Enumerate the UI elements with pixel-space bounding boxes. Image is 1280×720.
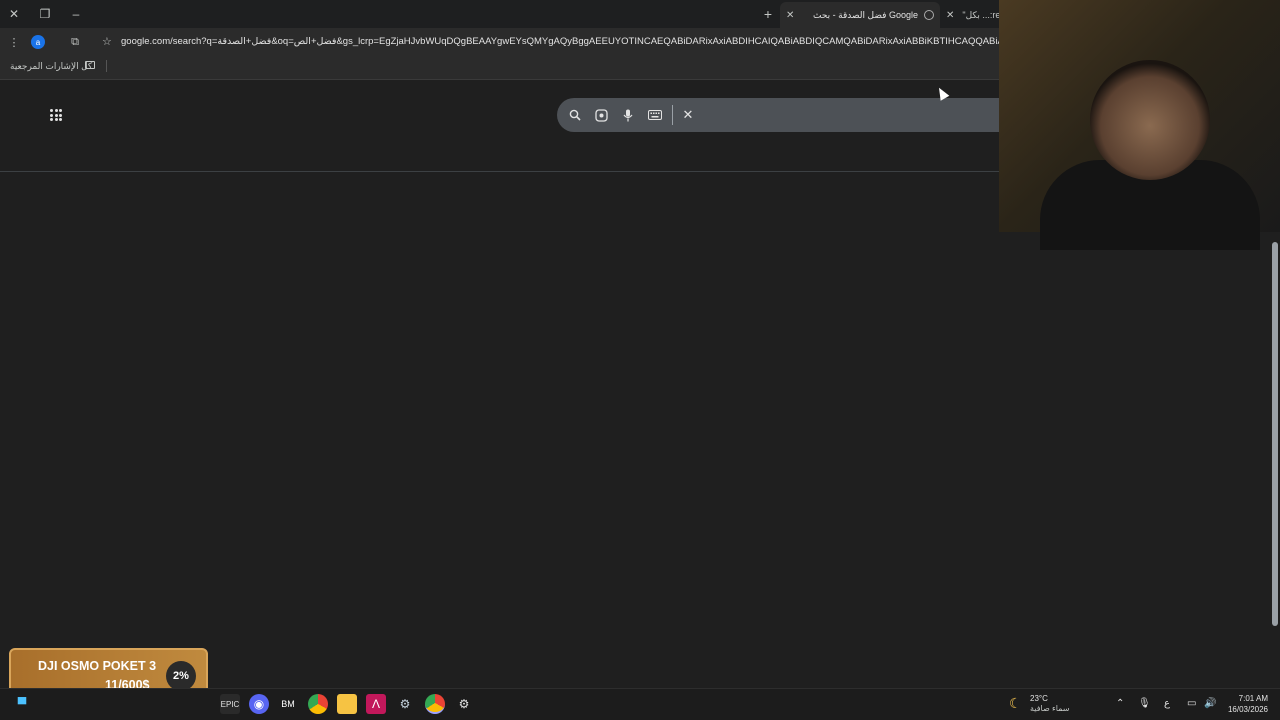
new-tab-button[interactable]: +	[760, 4, 776, 24]
language-indicator[interactable]: ع	[1164, 698, 1170, 709]
affinity-icon[interactable]: Λ	[366, 694, 386, 714]
tab-close-icon[interactable]: ✕	[786, 10, 794, 21]
epic-games-icon[interactable]: EPIC	[220, 694, 240, 714]
settings-icon[interactable]: ⚙	[454, 694, 474, 714]
scrollbar-thumb[interactable]	[1272, 242, 1278, 626]
clear-search-icon[interactable]: ✕	[679, 106, 697, 124]
searchbar-divider	[672, 105, 673, 125]
tab-inactive[interactable]: ✕ "بكل ...:re	[940, 2, 1000, 28]
chevron-up-icon[interactable]: ⌃	[1116, 698, 1124, 709]
donation-goal-title: DJI OSMO POKET 3	[38, 659, 157, 673]
weather-desc[interactable]: سماء صافية	[1030, 704, 1070, 713]
address-bar[interactable]: google.com/search?q=فضل+الصدقة&oq=فضل+ال…	[121, 36, 999, 47]
folder-icon[interactable]	[85, 61, 95, 69]
close-window-icon[interactable]: ✕	[4, 4, 24, 24]
loading-favicon-icon	[924, 10, 934, 20]
screen: ✕ ❐ – + ✕ فضل الصدقة - بحث Google ✕ "بكل…	[0, 0, 1280, 720]
bm-icon[interactable]: BM	[278, 694, 298, 714]
bookmarks-bar	[0, 56, 1000, 80]
search-icon[interactable]	[566, 106, 584, 124]
moon-weather-icon[interactable]: ☾	[1009, 695, 1022, 712]
all-bookmarks-label[interactable]: كل الإشارات المرجعية	[10, 61, 92, 72]
windows-taskbar	[0, 688, 1280, 720]
file-explorer-icon[interactable]	[337, 694, 357, 714]
weather-temp[interactable]: 23°C	[1030, 694, 1048, 703]
volume-icon[interactable]: 🔊	[1204, 698, 1216, 709]
google-apps-icon[interactable]	[50, 109, 62, 121]
clock-date: 16/03/2026	[1227, 705, 1268, 714]
network-icon[interactable]: ▭	[1187, 698, 1196, 709]
google-lens-icon[interactable]	[592, 106, 610, 124]
chrome-active-icon[interactable]	[425, 694, 445, 714]
steam-icon[interactable]: ⚙	[395, 694, 415, 714]
discord-icon[interactable]: ◉	[249, 694, 269, 714]
clock-time: 7:01 AM	[1238, 694, 1268, 703]
profile-avatar[interactable]: a	[31, 35, 45, 49]
microphone-tray-icon[interactable]: 🎙	[1138, 698, 1151, 709]
bookmarks-divider	[106, 60, 107, 72]
tab-title: فضل الصدقة - بحث Google	[812, 9, 918, 20]
restore-window-icon[interactable]: ❐	[35, 4, 55, 24]
keyboard-icon[interactable]	[646, 106, 664, 124]
extensions-icon[interactable]: ⧉	[65, 32, 85, 52]
system-clock[interactable]: 7:01 AM 16/03/2026	[1226, 693, 1268, 715]
menu-kebab-icon[interactable]: ⋮	[4, 32, 24, 52]
tab-title: "بكل ...:re	[962, 9, 1000, 20]
start-icon[interactable]: ▀	[12, 694, 32, 714]
header-divider	[0, 171, 1000, 172]
chrome-icon[interactable]	[308, 694, 328, 714]
webcam-person-head	[1090, 60, 1210, 180]
microphone-icon[interactable]	[619, 106, 637, 124]
tab-active[interactable]: ✕ فضل الصدقة - بحث Google	[780, 2, 940, 28]
tab-close-icon[interactable]: ✕	[946, 10, 954, 21]
minimize-window-icon[interactable]: –	[66, 4, 86, 24]
donation-goal-percent: 2%	[166, 661, 196, 691]
bookmark-star-icon[interactable]: ☆	[102, 35, 112, 48]
